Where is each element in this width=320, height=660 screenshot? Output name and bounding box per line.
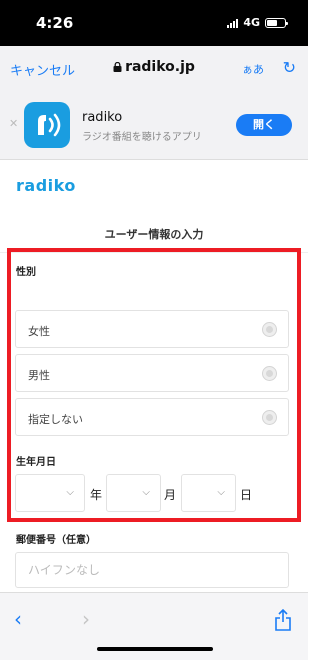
gender-option-label: 指定しない: [28, 413, 83, 426]
chevron-down-icon: ⌵: [66, 487, 74, 498]
status-bar: 4:26 4G: [0, 0, 308, 46]
share-icon[interactable]: [274, 609, 292, 631]
month-suffix: 月: [164, 488, 177, 502]
banner-app-name: radiko: [82, 110, 123, 125]
home-indicator: [97, 647, 213, 651]
back-icon[interactable]: ‹: [14, 607, 22, 631]
banner-app-subtitle: ラジオ番組を聴けるアプリ: [82, 132, 202, 143]
birth-year-select[interactable]: ⌵: [15, 474, 85, 512]
network-type: 4G: [243, 16, 260, 29]
postal-code-label: 郵便番号（任意）: [16, 535, 96, 546]
reload-icon[interactable]: ↻: [283, 58, 296, 77]
year-suffix: 年: [90, 488, 103, 502]
signal-icon: [227, 18, 239, 28]
status-time: 4:26: [36, 14, 74, 32]
chevron-down-icon: ⌵: [217, 487, 225, 498]
gender-option-male[interactable]: 男性: [15, 354, 289, 392]
gender-option-label: 女性: [28, 325, 50, 338]
radiko-logo[interactable]: radiko: [16, 176, 76, 195]
gender-option-female[interactable]: 女性: [15, 310, 289, 348]
forward-icon[interactable]: ›: [82, 607, 90, 631]
radio-button[interactable]: [262, 366, 277, 381]
page-title: ユーザー情報の入力: [104, 228, 204, 241]
day-suffix: 日: [240, 488, 253, 502]
postal-code-input[interactable]: [15, 552, 289, 588]
lock-icon: [113, 62, 122, 72]
radio-button[interactable]: [262, 410, 277, 425]
birthdate-label: 生年月日: [16, 457, 56, 468]
status-indicators: 4G: [227, 16, 288, 29]
radio-button[interactable]: [262, 322, 277, 337]
smart-app-banner: ✕ radiko ラジオ番組を聴けるアプリ 開く: [0, 90, 308, 160]
text-size-button[interactable]: ぁあ: [242, 61, 264, 77]
chevron-down-icon: ⌵: [142, 487, 150, 498]
browser-nav-bar: キャンセル radiko.jp ぁあ ↻: [0, 46, 308, 90]
gender-option-unspecified[interactable]: 指定しない: [15, 398, 289, 436]
close-icon[interactable]: ✕: [9, 117, 18, 130]
battery-icon: [265, 17, 288, 28]
open-app-button[interactable]: 開く: [236, 114, 292, 136]
radiko-app-icon: [24, 102, 70, 148]
gender-option-label: 男性: [28, 369, 50, 382]
birth-day-select[interactable]: ⌵: [181, 474, 236, 512]
url-text: radiko.jp: [125, 59, 195, 75]
gender-label: 性別: [16, 267, 36, 278]
birth-month-select[interactable]: ⌵: [106, 474, 161, 512]
